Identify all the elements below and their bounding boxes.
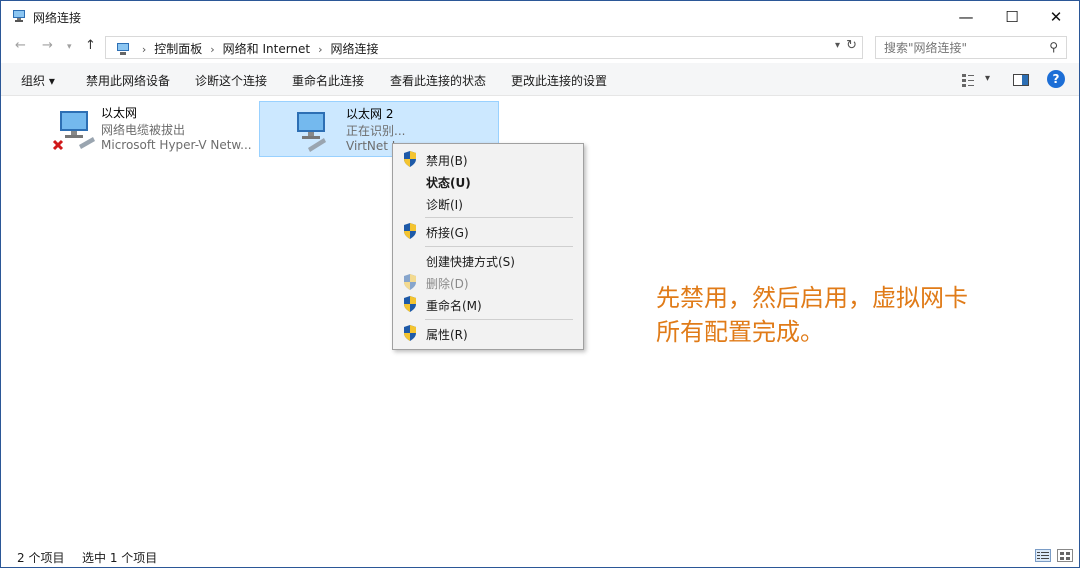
menu-item-delete: 删除(D) bbox=[393, 271, 583, 293]
network-connections-app-icon bbox=[13, 10, 25, 22]
preview-pane-icon[interactable] bbox=[1013, 74, 1029, 86]
search-icon[interactable]: ⚲ bbox=[1049, 40, 1058, 54]
breadcrumb-network-internet[interactable]: 网络和 Internet bbox=[223, 42, 310, 56]
diagnose-connection-button[interactable]: 诊断这个连接 bbox=[195, 72, 267, 89]
menu-item-label: 删除(D) bbox=[426, 277, 469, 291]
network-adapter-disconnected-icon bbox=[52, 111, 95, 151]
adapter-ethernet[interactable]: 以太网 网络电缆被拔出 Microsoft Hyper-V Netw... bbox=[43, 101, 257, 157]
uac-shield-icon bbox=[404, 296, 416, 312]
view-options-chevron-icon[interactable]: ▾ bbox=[985, 73, 990, 84]
breadcrumb-separator: › bbox=[141, 43, 147, 56]
address-bar[interactable]: › 控制面板 › 网络和 Internet › 网络连接 ▾ ↻ bbox=[105, 36, 863, 59]
search-box[interactable]: ⚲ bbox=[875, 36, 1067, 59]
command-toolbar: 组织 ▾ 禁用此网络设备 诊断这个连接 重命名此连接 查看此连接的状态 更改此连… bbox=[1, 63, 1079, 96]
item-count: 2 个项目 bbox=[17, 551, 65, 565]
breadcrumb-separator: › bbox=[210, 43, 215, 56]
menu-separator bbox=[425, 246, 573, 247]
breadcrumb: › 控制面板 › 网络和 Internet › 网络连接 bbox=[116, 40, 379, 57]
menu-item-label: 状态(U) bbox=[426, 176, 471, 190]
menu-item-label: 桥接(G) bbox=[426, 226, 469, 240]
minimize-button[interactable]: — bbox=[943, 1, 989, 32]
annotation-line: 所有配置完成。 bbox=[656, 318, 824, 346]
breadcrumb-network-connections[interactable]: 网络连接 bbox=[331, 42, 379, 56]
breadcrumb-separator: › bbox=[318, 43, 323, 56]
adapter-device: Microsoft Hyper-V Netw... bbox=[101, 138, 252, 152]
forward-button[interactable]: → bbox=[42, 38, 53, 53]
title-bar: 网络连接 — ☐ ✕ bbox=[1, 1, 1079, 32]
status-bar: 2 个项目 选中 1 个项目 bbox=[1, 545, 1079, 567]
menu-item-label: 禁用(B) bbox=[426, 154, 468, 168]
uac-shield-icon bbox=[404, 325, 416, 341]
back-button[interactable]: ← bbox=[15, 38, 26, 53]
uac-shield-icon bbox=[404, 151, 416, 167]
menu-item-label: 重命名(M) bbox=[426, 299, 482, 313]
up-button[interactable]: ↑ bbox=[85, 38, 96, 53]
maximize-button[interactable]: ☐ bbox=[989, 1, 1035, 32]
uac-shield-icon bbox=[404, 274, 416, 290]
address-row: ← → ▾ ↑ › 控制面板 › 网络和 Internet › 网络连接 ▾ ↻ ⚲ bbox=[1, 34, 1079, 61]
details-view-icon[interactable] bbox=[1035, 549, 1051, 562]
address-dropdown-chevron-icon[interactable]: ▾ bbox=[835, 40, 840, 51]
change-settings-button[interactable]: 更改此连接的设置 bbox=[511, 72, 607, 89]
menu-item-diagnose[interactable]: 诊断(I) bbox=[393, 192, 583, 214]
context-menu: 禁用(B) 状态(U) 诊断(I) 桥接(G) 创建快捷方式(S) 删除(D) … bbox=[392, 143, 584, 350]
refresh-icon[interactable]: ↻ bbox=[846, 38, 857, 53]
large-icons-view-icon[interactable] bbox=[1057, 549, 1073, 562]
view-status-button[interactable]: 查看此连接的状态 bbox=[390, 72, 486, 89]
disable-device-button[interactable]: 禁用此网络设备 bbox=[86, 72, 170, 89]
network-connections-window: 网络连接 — ☐ ✕ ← → ▾ ↑ › 控制面板 › 网络和 Internet › 网络… bbox=[0, 0, 1080, 568]
menu-item-properties[interactable]: 属性(R) bbox=[393, 322, 583, 344]
network-adapter-icon bbox=[297, 112, 326, 152]
menu-item-label: 创建快捷方式(S) bbox=[426, 255, 515, 269]
menu-item-bridge[interactable]: 桥接(G) bbox=[393, 220, 583, 242]
rename-connection-button[interactable]: 重命名此连接 bbox=[292, 72, 364, 89]
menu-item-label: 属性(R) bbox=[426, 328, 468, 342]
annotation-line: 先禁用，然后启用，虚拟网卡 bbox=[656, 284, 968, 312]
help-icon[interactable]: ? bbox=[1047, 70, 1065, 88]
window-title: 网络连接 bbox=[33, 11, 82, 25]
uac-shield-icon bbox=[404, 223, 416, 239]
menu-item-create-shortcut[interactable]: 创建快捷方式(S) bbox=[393, 249, 583, 271]
adapter-device: VirtNet I bbox=[346, 139, 396, 153]
view-options-icon[interactable] bbox=[961, 73, 975, 87]
control-panel-icon bbox=[117, 43, 129, 55]
menu-separator bbox=[425, 319, 573, 320]
menu-item-status[interactable]: 状态(U) bbox=[393, 170, 583, 192]
close-button[interactable]: ✕ bbox=[1033, 1, 1079, 32]
adapter-status: 网络电缆被拔出 bbox=[101, 123, 186, 137]
adapter-status: 正在识别... bbox=[346, 124, 406, 138]
menu-item-label: 诊断(I) bbox=[426, 198, 463, 212]
recent-locations-chevron-icon[interactable]: ▾ bbox=[67, 42, 72, 52]
menu-item-rename[interactable]: 重命名(M) bbox=[393, 293, 583, 315]
breadcrumb-control-panel[interactable]: 控制面板 bbox=[154, 42, 202, 56]
adapter-name: 以太网 2 bbox=[346, 107, 394, 121]
search-input[interactable] bbox=[876, 37, 1036, 58]
menu-separator bbox=[425, 217, 573, 218]
selection-count: 选中 1 个项目 bbox=[82, 551, 158, 565]
menu-item-disable[interactable]: 禁用(B) bbox=[393, 148, 583, 170]
instruction-annotation: 先禁用，然后启用，虚拟网卡 所有配置完成。 bbox=[656, 281, 968, 349]
organize-menu-button[interactable]: 组织 ▾ bbox=[21, 72, 55, 89]
adapter-name: 以太网 bbox=[101, 106, 138, 120]
